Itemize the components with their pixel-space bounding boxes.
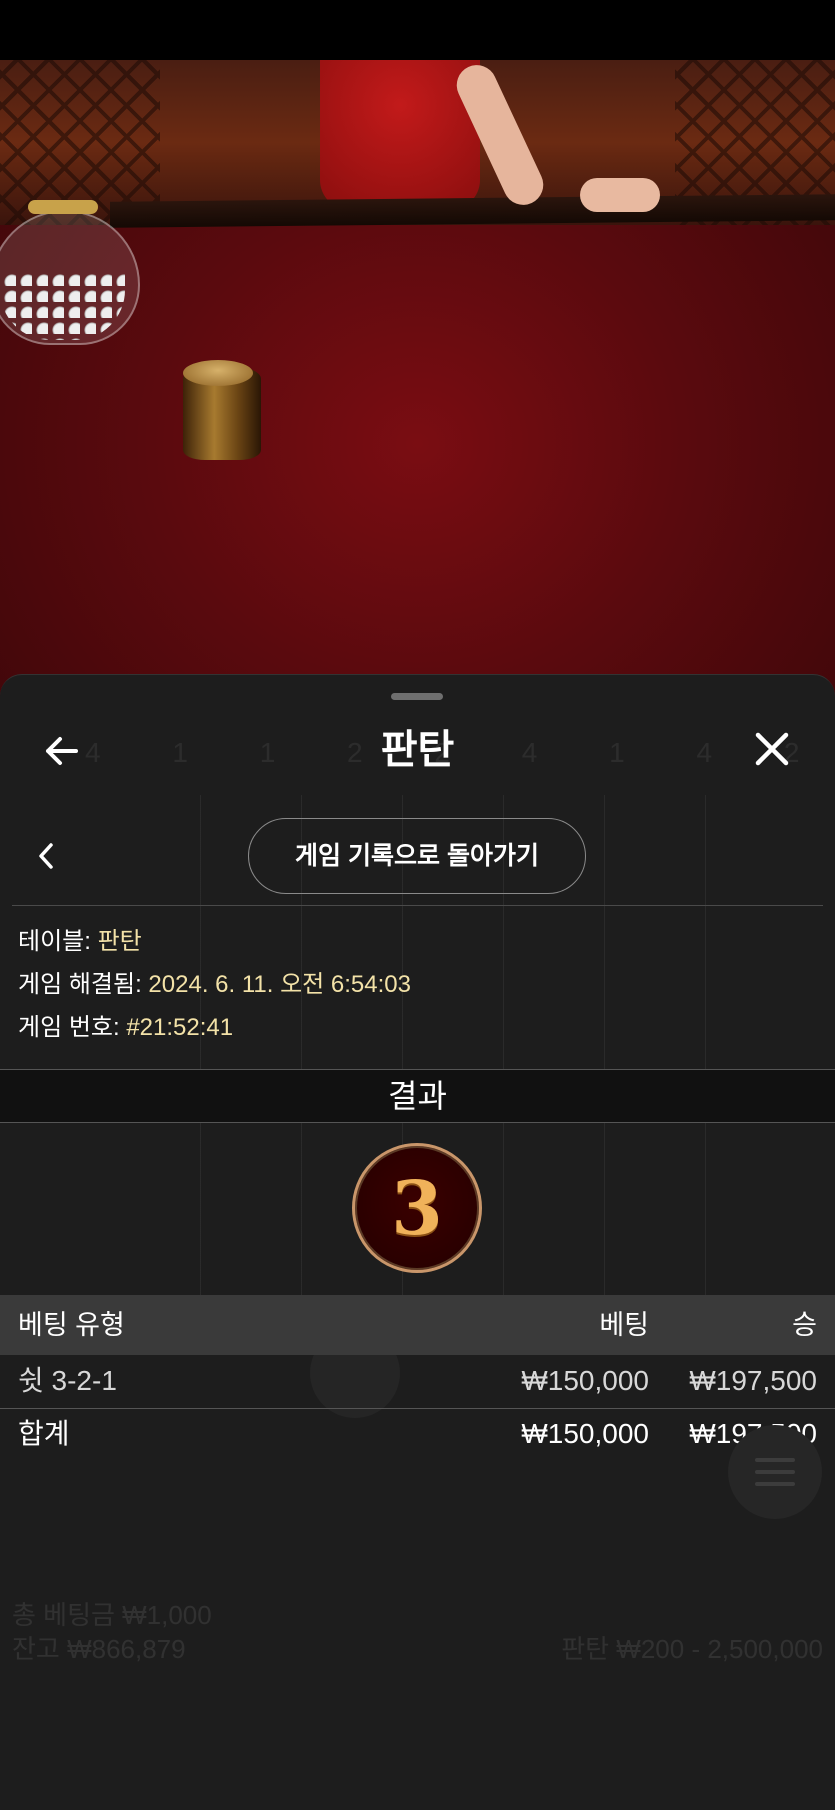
sheet-title: 판탄 — [380, 728, 455, 772]
background-balance: 잔고 ₩866,879 — [12, 1634, 186, 1664]
header-bet: 베팅 — [599, 1310, 649, 1340]
arrow-left-icon[interactable] — [40, 729, 84, 773]
history-navigation: 게임 기록으로 돌아가기 — [0, 815, 835, 895]
total-bet-amount: ₩150,000 — [521, 1418, 649, 1449]
background-limits: 판탄 ₩200 - 2,500,000 — [561, 1634, 823, 1664]
menu-line — [755, 1458, 795, 1462]
close-icon[interactable] — [750, 727, 794, 771]
info-game-number: 게임 번호: #21:52:41 — [18, 1011, 818, 1045]
brass-cup-top — [183, 360, 253, 386]
row-bet-type: 쉿 3-2-1 — [18, 1365, 117, 1396]
live-video-feed — [0, 60, 835, 700]
resolved-label: 게임 해결됨: — [18, 971, 142, 998]
header-bet-type: 베팅 유형 — [18, 1310, 125, 1340]
result-heading: 결과 — [0, 1069, 835, 1123]
back-to-history-button[interactable]: 게임 기록으로 돌아가기 — [248, 818, 586, 894]
menu-line — [755, 1482, 795, 1486]
result-medal: 3 — [352, 1143, 482, 1273]
result-number: 3 — [391, 1166, 443, 1252]
total-label: 합계 — [18, 1418, 70, 1449]
hamburger-menu-icon[interactable] — [728, 1425, 822, 1519]
menu-line — [755, 1470, 795, 1474]
resolved-value: 2024. 6. 11. 오전 6:54:03 — [148, 971, 411, 998]
game-number-value: #21:52:41 — [126, 1014, 234, 1041]
row-win-amount: ₩197,500 — [689, 1365, 817, 1396]
table-label: 테이블: — [18, 928, 91, 955]
dealer-hand-right — [580, 178, 660, 212]
drag-handle[interactable] — [391, 693, 443, 700]
table-row: 쉿 3-2-1 ₩150,000 ₩197,500 — [0, 1355, 835, 1407]
chevron-left-icon[interactable] — [32, 839, 62, 873]
total-row: 합계 ₩150,000 ₩197,500 — [0, 1408, 835, 1460]
table-value: 판탄 — [97, 928, 142, 955]
sheet-header: 판탄 — [0, 715, 835, 785]
game-history-sheet: 4 1 1 2 2 4 1 4 2 2 1 4 판탄 게임 기록으로 돌아가기 … — [0, 674, 835, 1810]
status-bar — [0, 0, 835, 60]
bets-table-header: 베팅 유형 베팅 승 — [0, 1295, 835, 1355]
info-table: 테이블: 판탄 — [18, 925, 818, 959]
background-total-bet: 총 베팅금 ₩1,000 — [12, 1600, 212, 1630]
dome-handle — [28, 200, 98, 214]
row-bet-amount: ₩150,000 — [521, 1365, 649, 1396]
info-resolved: 게임 해결됨: 2024. 6. 11. 오전 6:54:03 — [18, 968, 818, 1002]
divider — [12, 905, 823, 906]
game-number-label: 게임 번호: — [18, 1014, 120, 1041]
header-win: 승 — [792, 1310, 817, 1340]
